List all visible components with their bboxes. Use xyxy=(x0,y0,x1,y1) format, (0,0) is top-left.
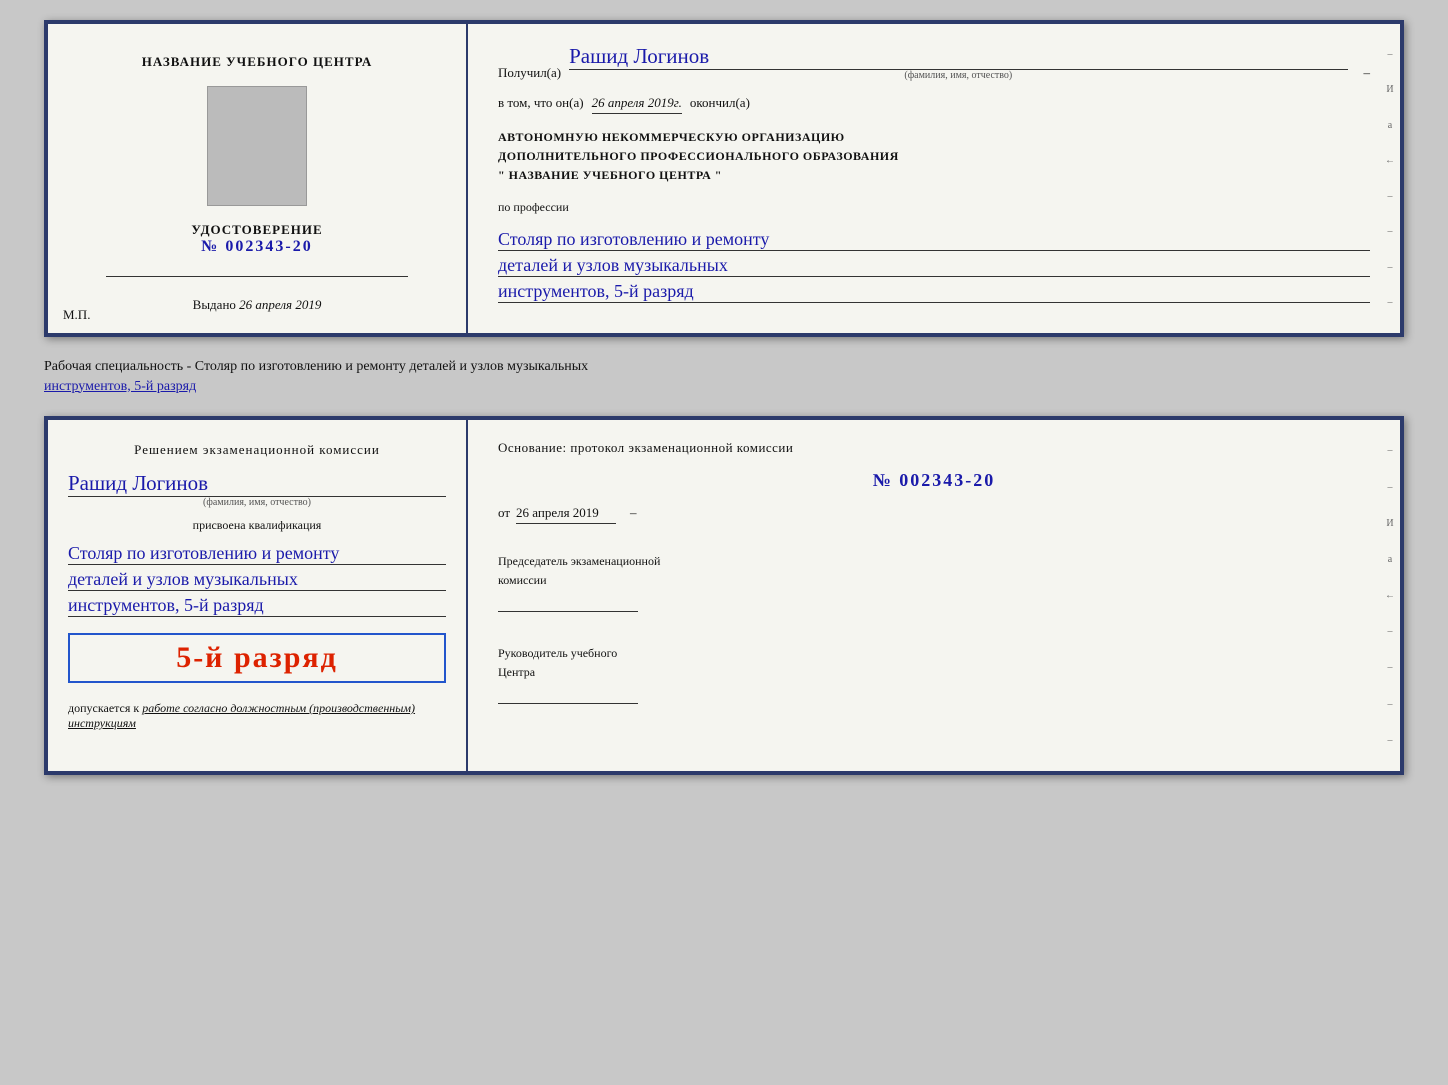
photo-placeholder xyxy=(207,86,307,206)
chairman-line2: комиссии xyxy=(498,573,1370,588)
between-label: Рабочая специальность - Столяр по изгото… xyxy=(44,353,1404,400)
director-block: Руководитель учебного Центра xyxy=(498,646,1370,704)
assigned-label: присвоена квалификация xyxy=(68,518,446,533)
between-text: Рабочая специальность - Столяр по изгото… xyxy=(44,359,588,374)
bottom-certificate: Решением экзаменационной комиссии Рашид … xyxy=(44,416,1404,775)
qual-line1: Столяр по изготовлению и ремонту xyxy=(68,543,446,565)
basis-label: Основание: протокол экзаменационной коми… xyxy=(498,440,1370,456)
right-sidebar-top: – И а ← – – – – xyxy=(1380,24,1400,333)
recipient-name-group: Рашид Логинов (фамилия, имя, отчество) xyxy=(569,44,1347,81)
rank-highlighted: 5-й разряд xyxy=(80,641,434,675)
confirmed-label: в том, что он(а) xyxy=(498,95,584,111)
profession-line1: Столяр по изготовлению и ремонту xyxy=(498,229,1370,251)
recipient-name-top: Рашид Логинов xyxy=(569,44,1347,70)
right-sidebar-bottom: – – И а ← – – – – xyxy=(1380,420,1400,771)
org-line1: АВТОНОМНУЮ НЕКОММЕРЧЕСКУЮ ОРГАНИЗАЦИЮ xyxy=(498,128,1370,147)
top-cert-right: Получил(а) Рашид Логинов (фамилия, имя, … xyxy=(468,24,1400,333)
allowed-label: допускается к xyxy=(68,701,139,715)
cert-number: № 002343-20 xyxy=(191,238,322,256)
commission-title: Решением экзаменационной комиссии xyxy=(68,440,446,461)
confirmed-date: 26 апреля 2019г. xyxy=(592,95,682,114)
org-line2: ДОПОЛНИТЕЛЬНОГО ПРОФЕССИОНАЛЬНОГО ОБРАЗО… xyxy=(498,147,1370,166)
between-text2: инструментов, 5-й разряд xyxy=(44,379,196,394)
school-name-top: НАЗВАНИЕ УЧЕБНОГО ЦЕНТРА xyxy=(142,54,373,70)
from-label: от xyxy=(498,505,510,521)
received-label: Получил(а) xyxy=(498,65,561,81)
profession-block: Столяр по изготовлению и ремонту деталей… xyxy=(498,229,1370,303)
profession-line2: деталей и узлов музыкальных xyxy=(498,255,1370,277)
received-row: Получил(а) Рашид Логинов (фамилия, имя, … xyxy=(498,44,1370,81)
bottom-fio-subtitle: (фамилия, имя, отчество) xyxy=(68,497,446,508)
rank-highlighted-box: 5-й разряд xyxy=(68,633,446,683)
from-date: 26 апреля 2019 xyxy=(516,505,616,524)
bottom-recipient-group: Рашид Логинов (фамилия, имя, отчество) xyxy=(68,471,446,508)
finished-label: окончил(а) xyxy=(690,95,750,111)
fio-subtitle-top: (фамилия, имя, отчество) xyxy=(569,70,1347,81)
issued-label: Выдано xyxy=(193,297,236,312)
chairman-line1: Председатель экзаменационной xyxy=(498,554,1370,569)
chairman-block: Председатель экзаменационной комиссии xyxy=(498,554,1370,612)
profession-label: по профессии xyxy=(498,200,1370,215)
top-cert-left: НАЗВАНИЕ УЧЕБНОГО ЦЕНТРА УДОСТОВЕРЕНИЕ №… xyxy=(48,24,468,333)
issued-date: 26 апреля 2019 xyxy=(239,297,321,312)
org-block: АВТОНОМНУЮ НЕКОММЕРЧЕСКУЮ ОРГАНИЗАЦИЮ ДО… xyxy=(498,128,1370,186)
mp-stamp: М.П. xyxy=(63,307,90,323)
cert-label: УДОСТОВЕРЕНИЕ xyxy=(191,222,322,238)
qual-line3: инструментов, 5-й разряд xyxy=(68,595,446,617)
bottom-qualification-block: Столяр по изготовлению и ремонту деталей… xyxy=(68,543,446,617)
director-sig-line xyxy=(498,684,638,704)
profession-line3: инструментов, 5-й разряд xyxy=(498,281,1370,303)
bottom-cert-left: Решением экзаменационной комиссии Рашид … xyxy=(48,420,468,771)
allowed-block: допускается к работе согласно должностны… xyxy=(68,701,446,731)
org-line3: " НАЗВАНИЕ УЧЕБНОГО ЦЕНТРА " xyxy=(498,166,1370,185)
qual-line2: деталей и узлов музыкальных xyxy=(68,569,446,591)
director-line2: Центра xyxy=(498,665,1370,680)
protocol-number: № 002343-20 xyxy=(498,470,1370,491)
confirmed-row: в том, что он(а) 26 апреля 2019г. окончи… xyxy=(498,95,1370,114)
issued-block: Выдано 26 апреля 2019 xyxy=(193,297,322,313)
from-row: от 26 апреля 2019 – xyxy=(498,505,1370,524)
cert-number-block: УДОСТОВЕРЕНИЕ № 002343-20 xyxy=(191,222,322,256)
top-certificate: НАЗВАНИЕ УЧЕБНОГО ЦЕНТРА УДОСТОВЕРЕНИЕ №… xyxy=(44,20,1404,337)
director-line1: Руководитель учебного xyxy=(498,646,1370,661)
bottom-cert-right: Основание: протокол экзаменационной коми… xyxy=(468,420,1400,771)
chairman-sig-line xyxy=(498,592,638,612)
bottom-recipient-name: Рашид Логинов xyxy=(68,471,446,497)
